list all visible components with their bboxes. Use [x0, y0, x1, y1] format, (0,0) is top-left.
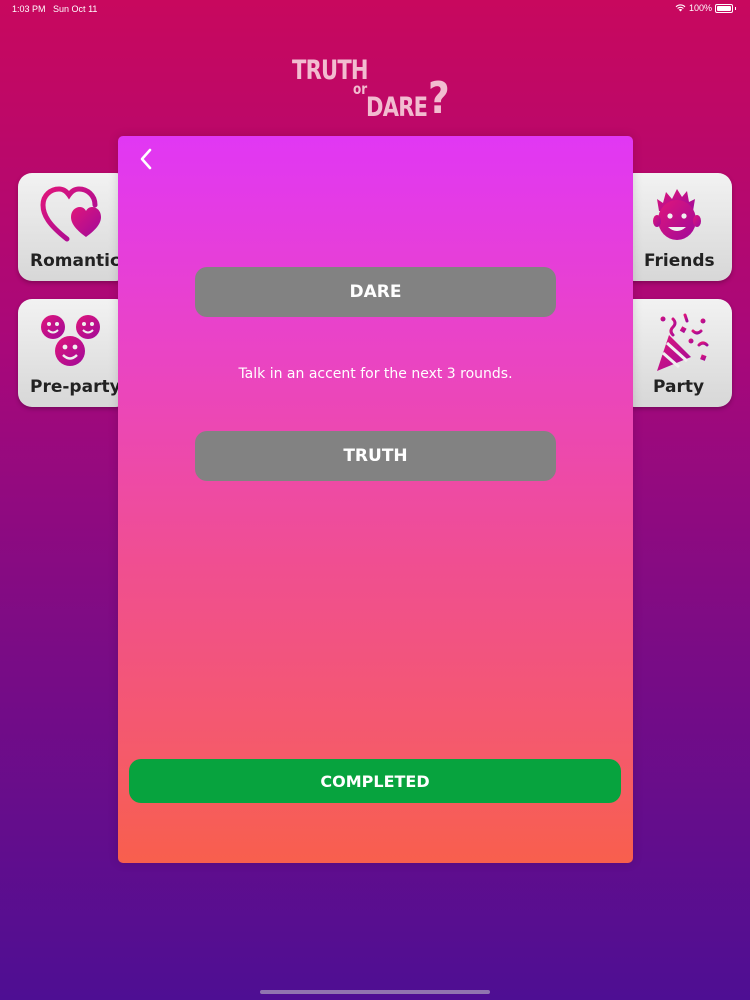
question-card-modal: DARE Talk in an accent for the next 3 ro… — [118, 136, 633, 863]
category-preparty[interactable]: Pre-party — [18, 299, 130, 407]
truth-button[interactable]: TRUTH — [195, 431, 556, 481]
category-romantic[interactable]: Romantic — [18, 173, 130, 281]
category-label: Romantic — [30, 251, 121, 271]
battery-tip — [735, 6, 736, 10]
chevron-left-icon — [140, 148, 152, 170]
status-right: 100% — [675, 3, 736, 13]
category-label: Pre-party — [30, 377, 121, 397]
app-logo: TRUTH or DARE ? — [290, 55, 470, 127]
category-party[interactable]: Party — [620, 299, 732, 407]
logo-dare: DARE — [366, 92, 428, 123]
clock-date: Sun Oct 11 — [53, 4, 98, 14]
category-friends[interactable]: Friends — [620, 173, 732, 281]
prompt-text: Talk in an accent for the next 3 rounds. — [238, 366, 513, 382]
battery-icon — [715, 3, 733, 13]
friend-face-icon — [620, 185, 732, 247]
status-bar: 1:03 PM Sun Oct 11 100% — [0, 0, 750, 18]
wifi-icon — [675, 4, 686, 12]
hearts-icon — [18, 185, 130, 247]
category-label: Party — [653, 377, 705, 397]
category-label: Friends — [644, 251, 715, 271]
home-indicator[interactable] — [260, 990, 490, 994]
battery-percent: 100% — [688, 3, 712, 13]
logo-question-mark: ? — [428, 73, 450, 124]
smiley-faces-icon — [18, 311, 130, 373]
back-button[interactable] — [134, 144, 158, 174]
party-popper-icon — [620, 311, 732, 373]
clock-time: 1:03 PM — [12, 4, 46, 14]
dare-button[interactable]: DARE — [195, 267, 556, 317]
status-time: 1:03 PM Sun Oct 11 — [12, 4, 97, 14]
completed-button[interactable]: COMPLETED — [129, 759, 621, 803]
